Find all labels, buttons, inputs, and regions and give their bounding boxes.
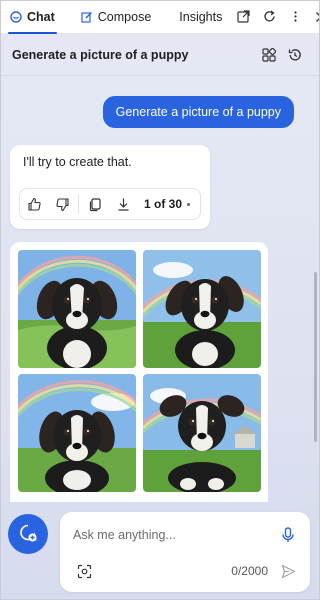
top-nav: Chat Compose Insights bbox=[0, 0, 320, 34]
more-vertical-icon[interactable] bbox=[282, 4, 308, 30]
chat-bubble-icon bbox=[10, 10, 22, 23]
new-topic-button[interactable] bbox=[8, 514, 48, 554]
open-external-icon[interactable] bbox=[230, 4, 256, 30]
pager-dot bbox=[187, 202, 190, 206]
apps-grid-icon[interactable] bbox=[256, 42, 282, 68]
nav-actions bbox=[230, 4, 320, 30]
tab-compose[interactable]: Compose bbox=[73, 0, 160, 34]
user-message-bubble: Generate a picture of a puppy bbox=[102, 96, 294, 128]
refresh-icon[interactable] bbox=[256, 4, 282, 30]
new-topic-icon bbox=[18, 523, 38, 546]
send-icon[interactable] bbox=[276, 559, 300, 583]
generated-image-3[interactable] bbox=[18, 374, 136, 492]
copy-icon[interactable] bbox=[81, 190, 109, 218]
thumbs-down-icon[interactable] bbox=[48, 190, 76, 218]
divider bbox=[78, 195, 79, 213]
thumbs-up-icon[interactable] bbox=[20, 190, 48, 218]
generated-image-4[interactable] bbox=[143, 374, 261, 492]
conversation-header: Generate a picture of a puppy bbox=[0, 34, 320, 76]
close-icon[interactable] bbox=[308, 4, 320, 30]
pager-label: 1 of 30 bbox=[143, 197, 182, 211]
pen-icon bbox=[81, 11, 93, 23]
image-grid-card bbox=[10, 242, 268, 502]
mic-icon[interactable] bbox=[276, 523, 300, 547]
download-icon[interactable] bbox=[109, 190, 137, 218]
tab-insights[interactable]: Insights bbox=[171, 0, 230, 34]
tab-compose-label: Compose bbox=[97, 9, 152, 24]
bot-reply-text: I'll try to create that. bbox=[23, 155, 132, 169]
char-count: 0/2000 bbox=[231, 564, 268, 578]
compose-box: 0/2000 bbox=[60, 512, 310, 592]
scrollbar-thumb[interactable] bbox=[314, 272, 317, 442]
feedback-bar: 1 of 30 bbox=[19, 188, 201, 220]
screenshot-icon[interactable] bbox=[72, 559, 96, 583]
bot-reply-card: I'll try to create that. 1 of 30 bbox=[10, 145, 210, 229]
tab-insights-label: Insights bbox=[179, 9, 223, 24]
tab-chat-label: Chat bbox=[27, 9, 55, 24]
pager: 1 of 30 bbox=[144, 197, 190, 211]
generated-image-2[interactable] bbox=[143, 250, 261, 368]
ask-input[interactable] bbox=[73, 524, 273, 546]
generated-image-1[interactable] bbox=[18, 250, 136, 368]
tab-chat[interactable]: Chat bbox=[2, 0, 63, 34]
history-icon[interactable] bbox=[282, 42, 308, 68]
conversation-title: Generate a picture of a puppy bbox=[12, 47, 189, 62]
